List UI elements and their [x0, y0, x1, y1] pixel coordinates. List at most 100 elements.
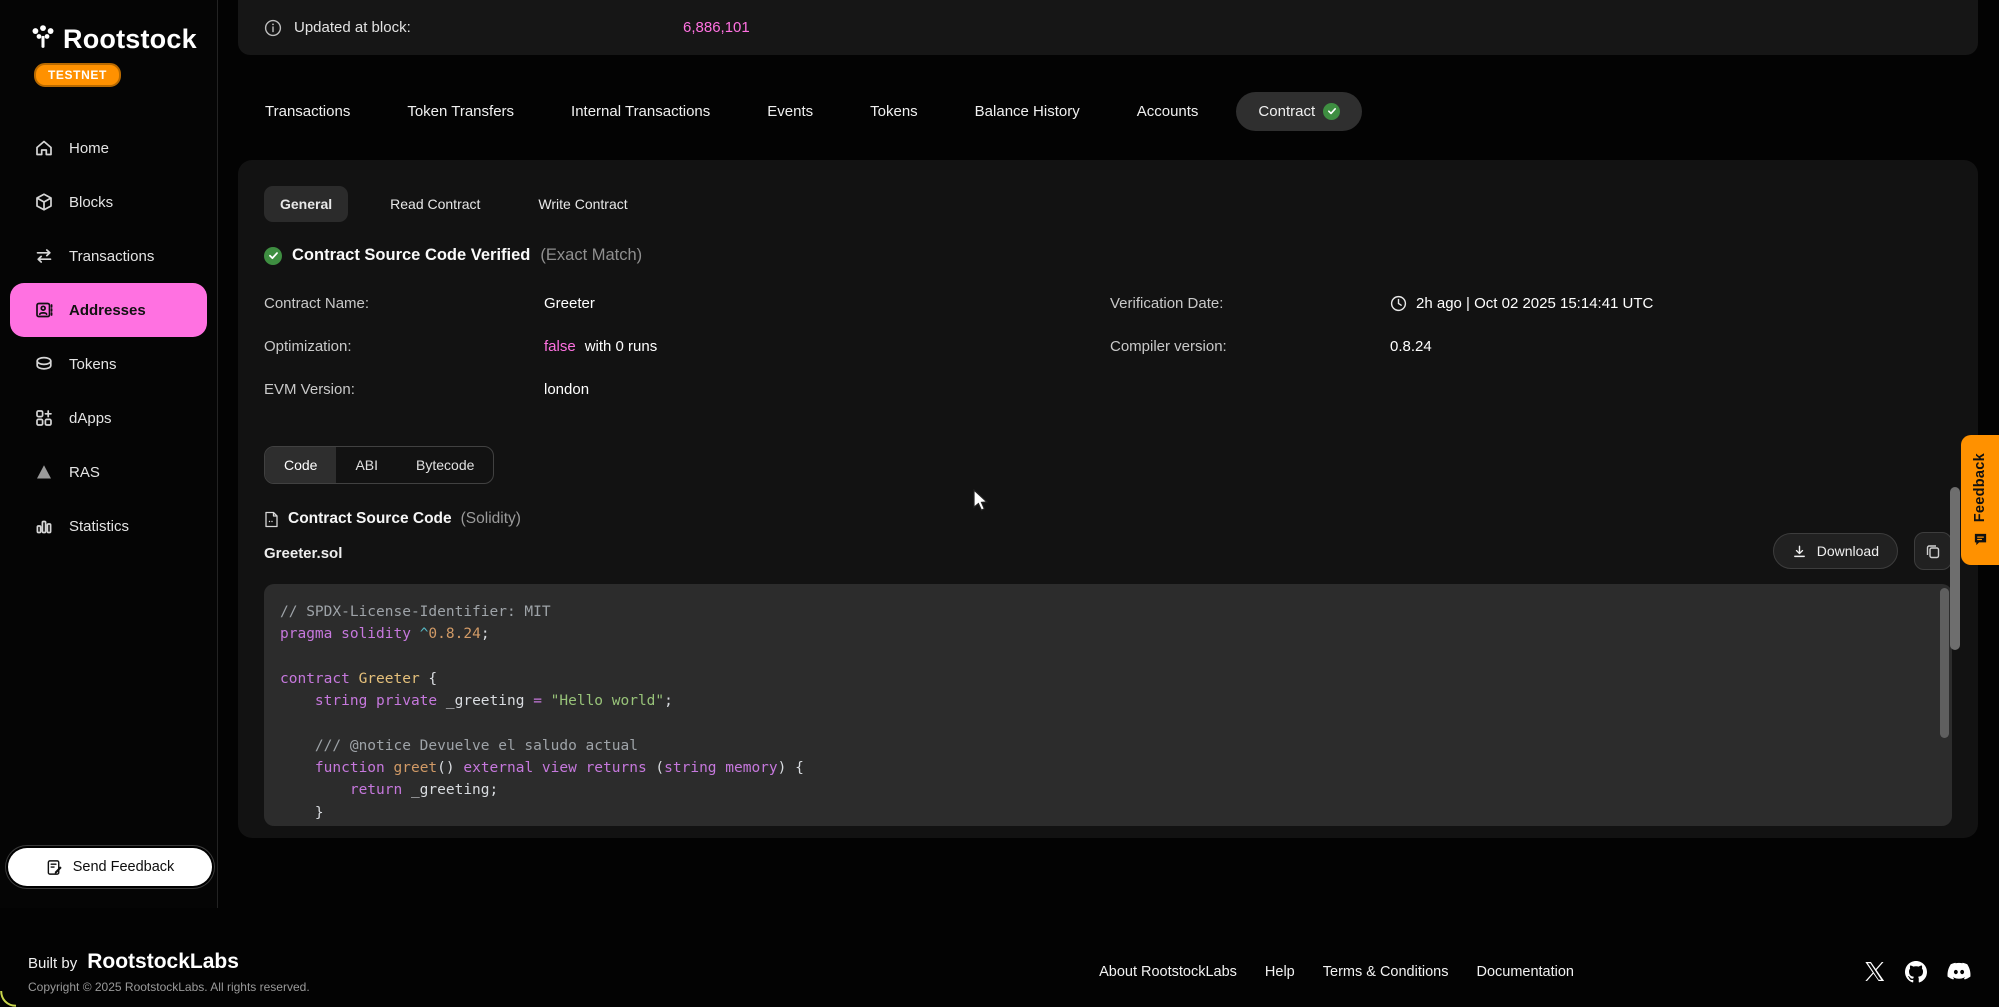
- subtab-write-contract[interactable]: Write Contract: [522, 186, 643, 222]
- sidebar-item-statistics[interactable]: Statistics: [10, 499, 207, 553]
- contract-subtabs: General Read Contract Write Contract: [264, 186, 1952, 222]
- tab-balance-history[interactable]: Balance History: [975, 103, 1080, 120]
- sidebar-item-dapps[interactable]: dApps: [10, 391, 207, 445]
- feedback-tab[interactable]: Feedback: [1961, 435, 1999, 565]
- discord-icon[interactable]: [1947, 962, 1971, 981]
- sidebar-item-label: RAS: [69, 464, 100, 481]
- tab-accounts[interactable]: Accounts: [1137, 103, 1199, 120]
- feedback-chat-icon: [1973, 532, 1988, 547]
- corner-gradient-arc: [0, 991, 16, 1007]
- copy-code-button[interactable]: [1914, 532, 1952, 570]
- block-number-link[interactable]: 6,886,101: [683, 19, 750, 36]
- verified-check-icon: [264, 247, 282, 265]
- sidebar-item-addresses[interactable]: Addresses: [10, 283, 207, 337]
- footer-link-terms[interactable]: Terms & Conditions: [1323, 964, 1449, 980]
- download-label: Download: [1817, 543, 1879, 559]
- toggle-abi[interactable]: ABI: [336, 447, 397, 483]
- download-button[interactable]: Download: [1773, 533, 1898, 569]
- updated-at-block-label: Updated at block:: [294, 19, 411, 36]
- contract-details: Contract Name: Greeter Optimization: fal…: [264, 291, 1952, 420]
- github-icon[interactable]: [1905, 961, 1927, 983]
- rootstock-logo-icon: [30, 24, 56, 55]
- sidebar-item-label: Statistics: [69, 518, 129, 535]
- source-code-block[interactable]: // SPDX-License-Identifier: MITpragma so…: [264, 584, 1952, 826]
- detail-label: EVM Version:: [264, 381, 544, 398]
- verified-check-icon: [1323, 103, 1340, 120]
- toggle-code[interactable]: Code: [265, 447, 336, 483]
- sidebar-item-label: dApps: [69, 410, 112, 427]
- rootstock-logo[interactable]: Rootstock: [0, 0, 217, 55]
- sidebar-item-label: Home: [69, 140, 109, 157]
- subtab-general[interactable]: General: [264, 186, 348, 222]
- code-content: // SPDX-License-Identifier: MITpragma so…: [280, 601, 1932, 824]
- detail-compiler-version: Compiler version: 0.8.24: [1110, 334, 1952, 358]
- source-code-heading: Contract Source Code (Solidity): [264, 510, 1952, 528]
- transactions-icon: [34, 246, 54, 266]
- code-view-toggle: Code ABI Bytecode: [264, 446, 494, 484]
- contract-panel: General Read Contract Write Contract Con…: [238, 160, 1978, 838]
- sidebar-item-label: Blocks: [69, 194, 113, 211]
- x-twitter-icon[interactable]: [1864, 961, 1885, 982]
- detail-value: 0.8.24: [1390, 338, 1432, 355]
- sidebar-item-ras[interactable]: RAS: [10, 445, 207, 499]
- blocks-icon: [34, 192, 54, 212]
- statistics-icon: [34, 516, 54, 536]
- sidebar-item-label: Transactions: [69, 248, 154, 265]
- detail-verification-date: Verification Date: 2h ago | Oct 02 2025 …: [1110, 291, 1952, 315]
- source-heading-title: Contract Source Code: [288, 510, 452, 528]
- file-icon: [264, 511, 279, 528]
- code-scrollbar-thumb[interactable]: [1940, 588, 1949, 738]
- footer: Built by RootstockLabs Copyright © 2025 …: [0, 918, 1999, 1007]
- detail-label: Verification Date:: [1110, 295, 1390, 312]
- send-feedback-icon: [46, 859, 63, 876]
- info-icon[interactable]: [264, 19, 282, 37]
- detail-label: Optimization:: [264, 338, 544, 355]
- source-heading-language: (Solidity): [461, 510, 521, 528]
- detail-label: Contract Name:: [264, 295, 544, 312]
- copyright-text: Copyright © 2025 RootstockLabs. All righ…: [28, 980, 1099, 994]
- detail-label: Compiler version:: [1110, 338, 1390, 355]
- tab-tokens[interactable]: Tokens: [870, 103, 918, 120]
- tab-internal-transactions[interactable]: Internal Transactions: [571, 103, 710, 120]
- clock-icon: [1390, 295, 1407, 312]
- file-name: Greeter.sol: [264, 545, 342, 570]
- tab-token-transfers[interactable]: Token Transfers: [407, 103, 514, 120]
- home-icon: [34, 138, 54, 158]
- page-scrollbar-thumb[interactable]: [1950, 487, 1960, 650]
- toggle-bytecode[interactable]: Bytecode: [397, 447, 493, 483]
- detail-value: Greeter: [544, 295, 595, 312]
- sidebar-item-tokens[interactable]: Tokens: [10, 337, 207, 391]
- brand-name: Rootstock: [63, 24, 197, 55]
- tab-events[interactable]: Events: [767, 103, 813, 120]
- tab-contract-label: Contract: [1258, 103, 1315, 120]
- app-root: Rootstock TESTNET Home Blocks Transactio…: [0, 0, 1999, 1007]
- sidebar-nav: Home Blocks Transactions Addresses Token…: [0, 121, 217, 553]
- sidebar-item-home[interactable]: Home: [10, 121, 207, 175]
- built-by-label: Built by: [28, 955, 77, 972]
- addresses-icon: [34, 300, 54, 320]
- sidebar-item-blocks[interactable]: Blocks: [10, 175, 207, 229]
- sidebar-item-label: Tokens: [69, 356, 117, 373]
- tokens-icon: [34, 354, 54, 374]
- footer-link-documentation[interactable]: Documentation: [1476, 964, 1574, 980]
- sidebar-item-transactions[interactable]: Transactions: [10, 229, 207, 283]
- verified-banner: Contract Source Code Verified (Exact Mat…: [264, 246, 1952, 265]
- testnet-badge: TESTNET: [34, 63, 121, 87]
- send-feedback-label: Send Feedback: [73, 859, 175, 875]
- tab-contract[interactable]: Contract: [1236, 92, 1362, 131]
- footer-link-about[interactable]: About RootstockLabs: [1099, 964, 1237, 980]
- file-row: Greeter.sol Download: [264, 532, 1952, 570]
- footer-links: About RootstockLabs Help Terms & Conditi…: [1099, 964, 1574, 980]
- footer-link-help[interactable]: Help: [1265, 964, 1295, 980]
- sidebar-item-label: Addresses: [69, 302, 146, 319]
- footer-brand-link[interactable]: RootstockLabs: [87, 950, 239, 974]
- verified-title: Contract Source Code Verified: [292, 246, 530, 265]
- ras-icon: [34, 462, 54, 482]
- tab-transactions[interactable]: Transactions: [265, 103, 350, 120]
- detail-evm-version: EVM Version: london: [264, 377, 1110, 401]
- address-tabs: Transactions Token Transfers Internal Tr…: [238, 88, 1978, 134]
- verification-date-value: 2h ago | Oct 02 2025 15:14:41 UTC: [1416, 295, 1653, 312]
- send-feedback-button[interactable]: Send Feedback: [8, 848, 212, 886]
- verified-match-type: (Exact Match): [540, 246, 642, 265]
- subtab-read-contract[interactable]: Read Contract: [374, 186, 496, 222]
